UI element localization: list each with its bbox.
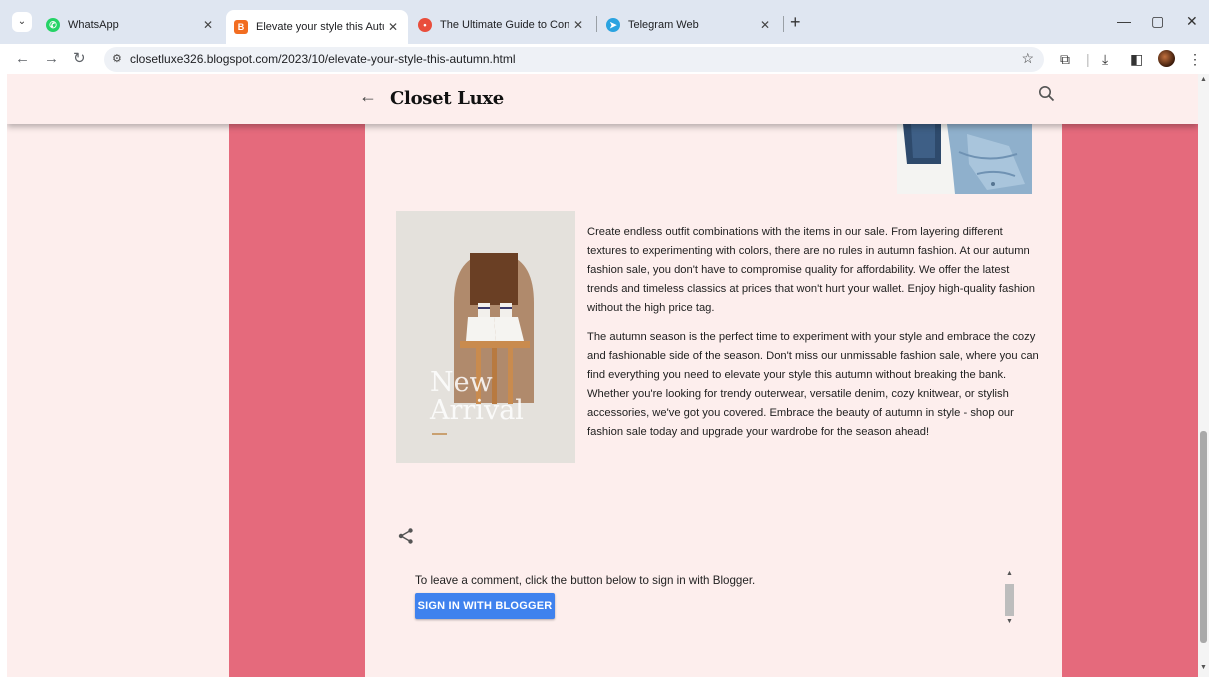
whatsapp-icon: ✆: [46, 18, 60, 32]
search-icon[interactable]: [1037, 84, 1057, 104]
forward-icon[interactable]: →: [44, 49, 59, 69]
article-body: Create endless outfit combinations with …: [587, 223, 1039, 452]
close-icon[interactable]: ✕: [199, 18, 217, 32]
tab-strip: ⌄ ✆ WhatsApp ✕ B Elevate your style this…: [0, 0, 1209, 44]
back-arrow-icon[interactable]: ←: [359, 86, 377, 107]
tab-content-guide[interactable]: • The Ultimate Guide to Content ✕: [410, 10, 593, 40]
restore-icon[interactable]: ▢: [1151, 13, 1164, 30]
comment-prompt: To leave a comment, click the button bel…: [415, 574, 756, 587]
new-arrival-image: New Arrival: [396, 211, 575, 463]
scroll-up-arrow-icon[interactable]: ▲: [1006, 570, 1013, 577]
comment-section: To leave a comment, click the button bel…: [415, 570, 1025, 632]
jeans-product-image: [897, 124, 1032, 194]
site-info-icon[interactable]: ⚙: [112, 52, 122, 65]
tab-title: Elevate your style this Autumn: [256, 21, 384, 33]
image-caption-new: New: [430, 367, 493, 398]
close-icon[interactable]: ✕: [569, 18, 587, 32]
scroll-down-arrow-icon[interactable]: ▼: [1006, 618, 1013, 625]
tab-separator: [596, 16, 597, 32]
scroll-thumb[interactable]: [1200, 431, 1207, 643]
scroll-thumb[interactable]: [1005, 584, 1014, 616]
comment-frame-scrollbar[interactable]: ▲ ▼: [1004, 570, 1016, 630]
browser-window: ⌄ ✆ WhatsApp ✕ B Elevate your style this…: [0, 0, 1209, 677]
back-icon[interactable]: ←: [15, 49, 30, 69]
tab-search-chevron-icon[interactable]: ⌄: [12, 12, 32, 32]
tab-blog-article[interactable]: B Elevate your style this Autumn ✕: [226, 10, 408, 44]
browser-toolbar: ← → ↻ ⚙ closetluxe326.blogspot.com/2023/…: [0, 44, 1209, 74]
side-panel-icon[interactable]: ◧: [1130, 49, 1143, 69]
url-text[interactable]: closetluxe326.blogspot.com/2023/10/eleva…: [130, 52, 516, 66]
telegram-icon: ➤: [606, 18, 620, 32]
tab-whatsapp[interactable]: ✆ WhatsApp ✕: [38, 10, 223, 40]
download-icon[interactable]: ⤓: [1102, 49, 1108, 69]
window-close-icon[interactable]: ✕: [1186, 13, 1198, 30]
blog-header: ← Closet Luxe: [7, 74, 1198, 124]
left-accent-band: [229, 124, 365, 677]
menu-kebab-icon[interactable]: ⋮: [1188, 49, 1202, 69]
image-caption-arrival: Arrival: [430, 395, 524, 426]
extensions-icon[interactable]: ⧉: [1060, 49, 1070, 69]
reload-icon[interactable]: ↻: [73, 49, 86, 69]
bookmark-star-icon[interactable]: ☆: [1021, 50, 1034, 67]
scroll-up-arrow-icon[interactable]: ▲: [1200, 76, 1207, 83]
close-icon[interactable]: ✕: [384, 20, 402, 34]
article-paragraph: Create endless outfit combinations with …: [587, 226, 1035, 314]
tab-telegram[interactable]: ➤ Telegram Web ✕: [598, 10, 780, 40]
article-paragraph: The autumn season is the perfect time to…: [587, 331, 1039, 438]
tab-separator: [783, 16, 784, 32]
page-viewport: New Arrival Create endless outfit combin…: [7, 74, 1198, 677]
toolbar-separator: |: [1086, 51, 1090, 67]
address-bar[interactable]: ⚙ closetluxe326.blogspot.com/2023/10/ele…: [104, 47, 1044, 72]
right-accent-band: [1062, 124, 1198, 677]
close-icon[interactable]: ✕: [756, 18, 774, 32]
site-favicon-icon: •: [418, 18, 432, 32]
new-tab-plus-icon[interactable]: +: [790, 13, 801, 31]
minimize-icon[interactable]: —: [1117, 13, 1131, 29]
share-icon[interactable]: [397, 527, 415, 545]
tab-title: WhatsApp: [68, 19, 119, 31]
blog-title[interactable]: Closet Luxe: [390, 88, 504, 109]
sign-in-with-blogger-button[interactable]: SIGN IN WITH BLOGGER: [415, 593, 555, 619]
scroll-down-arrow-icon[interactable]: ▼: [1200, 664, 1207, 671]
blogger-icon: B: [234, 20, 248, 34]
profile-avatar[interactable]: [1158, 50, 1175, 67]
tab-title: Telegram Web: [628, 19, 699, 31]
page-scrollbar[interactable]: ▲ ▼: [1198, 74, 1209, 677]
tab-title: The Ultimate Guide to Content: [440, 19, 569, 31]
